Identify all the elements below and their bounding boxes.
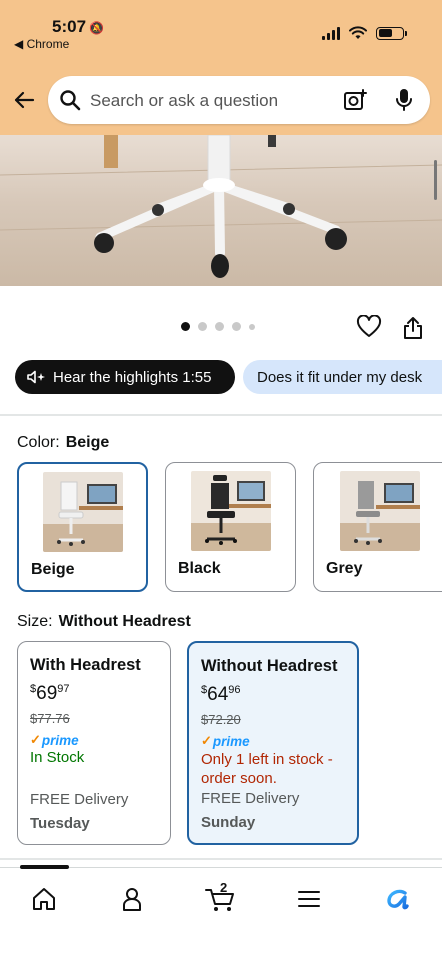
active-tab-indicator — [20, 865, 69, 869]
price: $64 96 — [201, 684, 345, 706]
list-price: $72.20 — [201, 712, 241, 727]
size-option-with-headrest[interactable]: With Headrest $69 97 $77.76 ✓ prime In Sto… — [17, 641, 171, 845]
nav-rufus[interactable] — [378, 882, 418, 916]
delivery-day: Tuesday — [30, 815, 90, 832]
prime-badge: ✓ prime — [30, 732, 158, 748]
status-icons — [322, 26, 407, 40]
cellular-signal-icon — [322, 26, 340, 40]
price-fraction: 97 — [57, 683, 70, 695]
pager-dot[interactable] — [249, 323, 255, 330]
nav-account[interactable] — [112, 882, 152, 916]
price: $69 97 — [30, 683, 158, 705]
camera-icon[interactable] — [342, 87, 368, 113]
color-label: Color: — [17, 434, 60, 451]
black-chair-thumbnail — [191, 471, 271, 551]
color-option-beige[interactable]: Beige — [17, 462, 148, 592]
speaker-sparkle-icon — [27, 370, 47, 384]
stock-status: In Stock — [30, 749, 85, 766]
bottom-nav: 2 — [0, 865, 442, 960]
search-bar[interactable]: Search or ask a question — [48, 76, 430, 124]
microphone-icon[interactable] — [393, 87, 415, 113]
account-icon — [123, 888, 141, 911]
size-option-title: With Headrest — [30, 656, 141, 674]
silent-bell-icon: 🔕 — [89, 21, 104, 35]
color-option-grey[interactable]: Grey — [313, 462, 442, 592]
nav-cart[interactable]: 2 — [200, 880, 240, 916]
size-selected-value: Without Headrest — [58, 613, 191, 630]
stock-status: Only 1 left in stock - order soon. — [201, 751, 333, 787]
size-option-without-headrest[interactable]: Without Headrest $64 96 $72.20 ✓ prime Onl… — [187, 641, 359, 845]
size-label: Size: — [17, 613, 53, 630]
prime-check-icon: ✓ — [30, 732, 41, 747]
color-option-black[interactable]: Black — [165, 462, 296, 592]
back-to-app-link[interactable]: ◀ Chrome — [14, 37, 69, 51]
list-price: $77.76 — [30, 711, 70, 726]
prime-badge: ✓ prime — [201, 733, 345, 749]
pager-dot[interactable] — [198, 322, 207, 331]
home-icon — [33, 888, 55, 910]
nav-home[interactable] — [24, 882, 64, 916]
delivery-label: FREE Delivery — [30, 791, 129, 808]
battery-icon — [376, 26, 407, 40]
cart-count-badge: 2 — [220, 880, 228, 895]
color-option-label: Beige — [31, 561, 75, 578]
divider — [0, 414, 442, 416]
search-icon — [60, 90, 81, 111]
divider — [0, 858, 442, 860]
price-fraction: 96 — [228, 684, 241, 696]
pager-dot[interactable] — [181, 322, 190, 331]
price-whole: 64 — [207, 684, 229, 705]
color-option-label: Grey — [326, 560, 363, 577]
size-section-label: Size: Without Headrest — [17, 613, 191, 631]
color-section-label: Color: Beige — [17, 434, 109, 452]
question-chip[interactable]: Does it fit under my desk — [243, 360, 442, 394]
image-pager-dots[interactable] — [181, 322, 255, 331]
rufus-icon — [387, 889, 409, 910]
hear-highlights-label: Hear the highlights 1:55 — [53, 368, 212, 386]
size-option-title: Without Headrest — [201, 657, 338, 675]
menu-icon — [298, 891, 320, 907]
heart-icon[interactable] — [356, 315, 382, 339]
status-time: 5:07 🔕 — [52, 17, 104, 37]
color-option-label: Black — [178, 560, 221, 577]
delivery-label: FREE Delivery — [201, 790, 300, 807]
prime-label: prime — [41, 732, 79, 748]
clock-text: 5:07 — [52, 17, 87, 36]
search-input[interactable]: Search or ask a question — [90, 91, 278, 111]
prime-label: prime — [212, 733, 250, 749]
back-arrow-icon[interactable] — [12, 88, 36, 112]
pager-dot[interactable] — [232, 322, 241, 331]
nav-menu[interactable] — [289, 882, 329, 916]
color-selected-value: Beige — [65, 434, 110, 451]
header: 5:07 🔕 ◀ Chrome Search or ask a question — [0, 0, 442, 135]
scrollbar — [434, 160, 437, 200]
hear-highlights-chip[interactable]: Hear the highlights 1:55 — [15, 360, 235, 394]
product-image[interactable] — [0, 135, 442, 286]
grey-chair-thumbnail — [340, 471, 420, 551]
wifi-icon — [349, 26, 367, 39]
delivery-day: Sunday — [201, 814, 256, 831]
share-icon[interactable] — [402, 315, 424, 341]
pager-dot[interactable] — [215, 322, 224, 331]
beige-chair-thumbnail — [43, 472, 123, 552]
prime-check-icon: ✓ — [201, 733, 212, 748]
chair-base-illustration — [0, 135, 442, 278]
question-chip-label: Does it fit under my desk — [257, 368, 423, 386]
price-whole: 69 — [36, 683, 58, 704]
